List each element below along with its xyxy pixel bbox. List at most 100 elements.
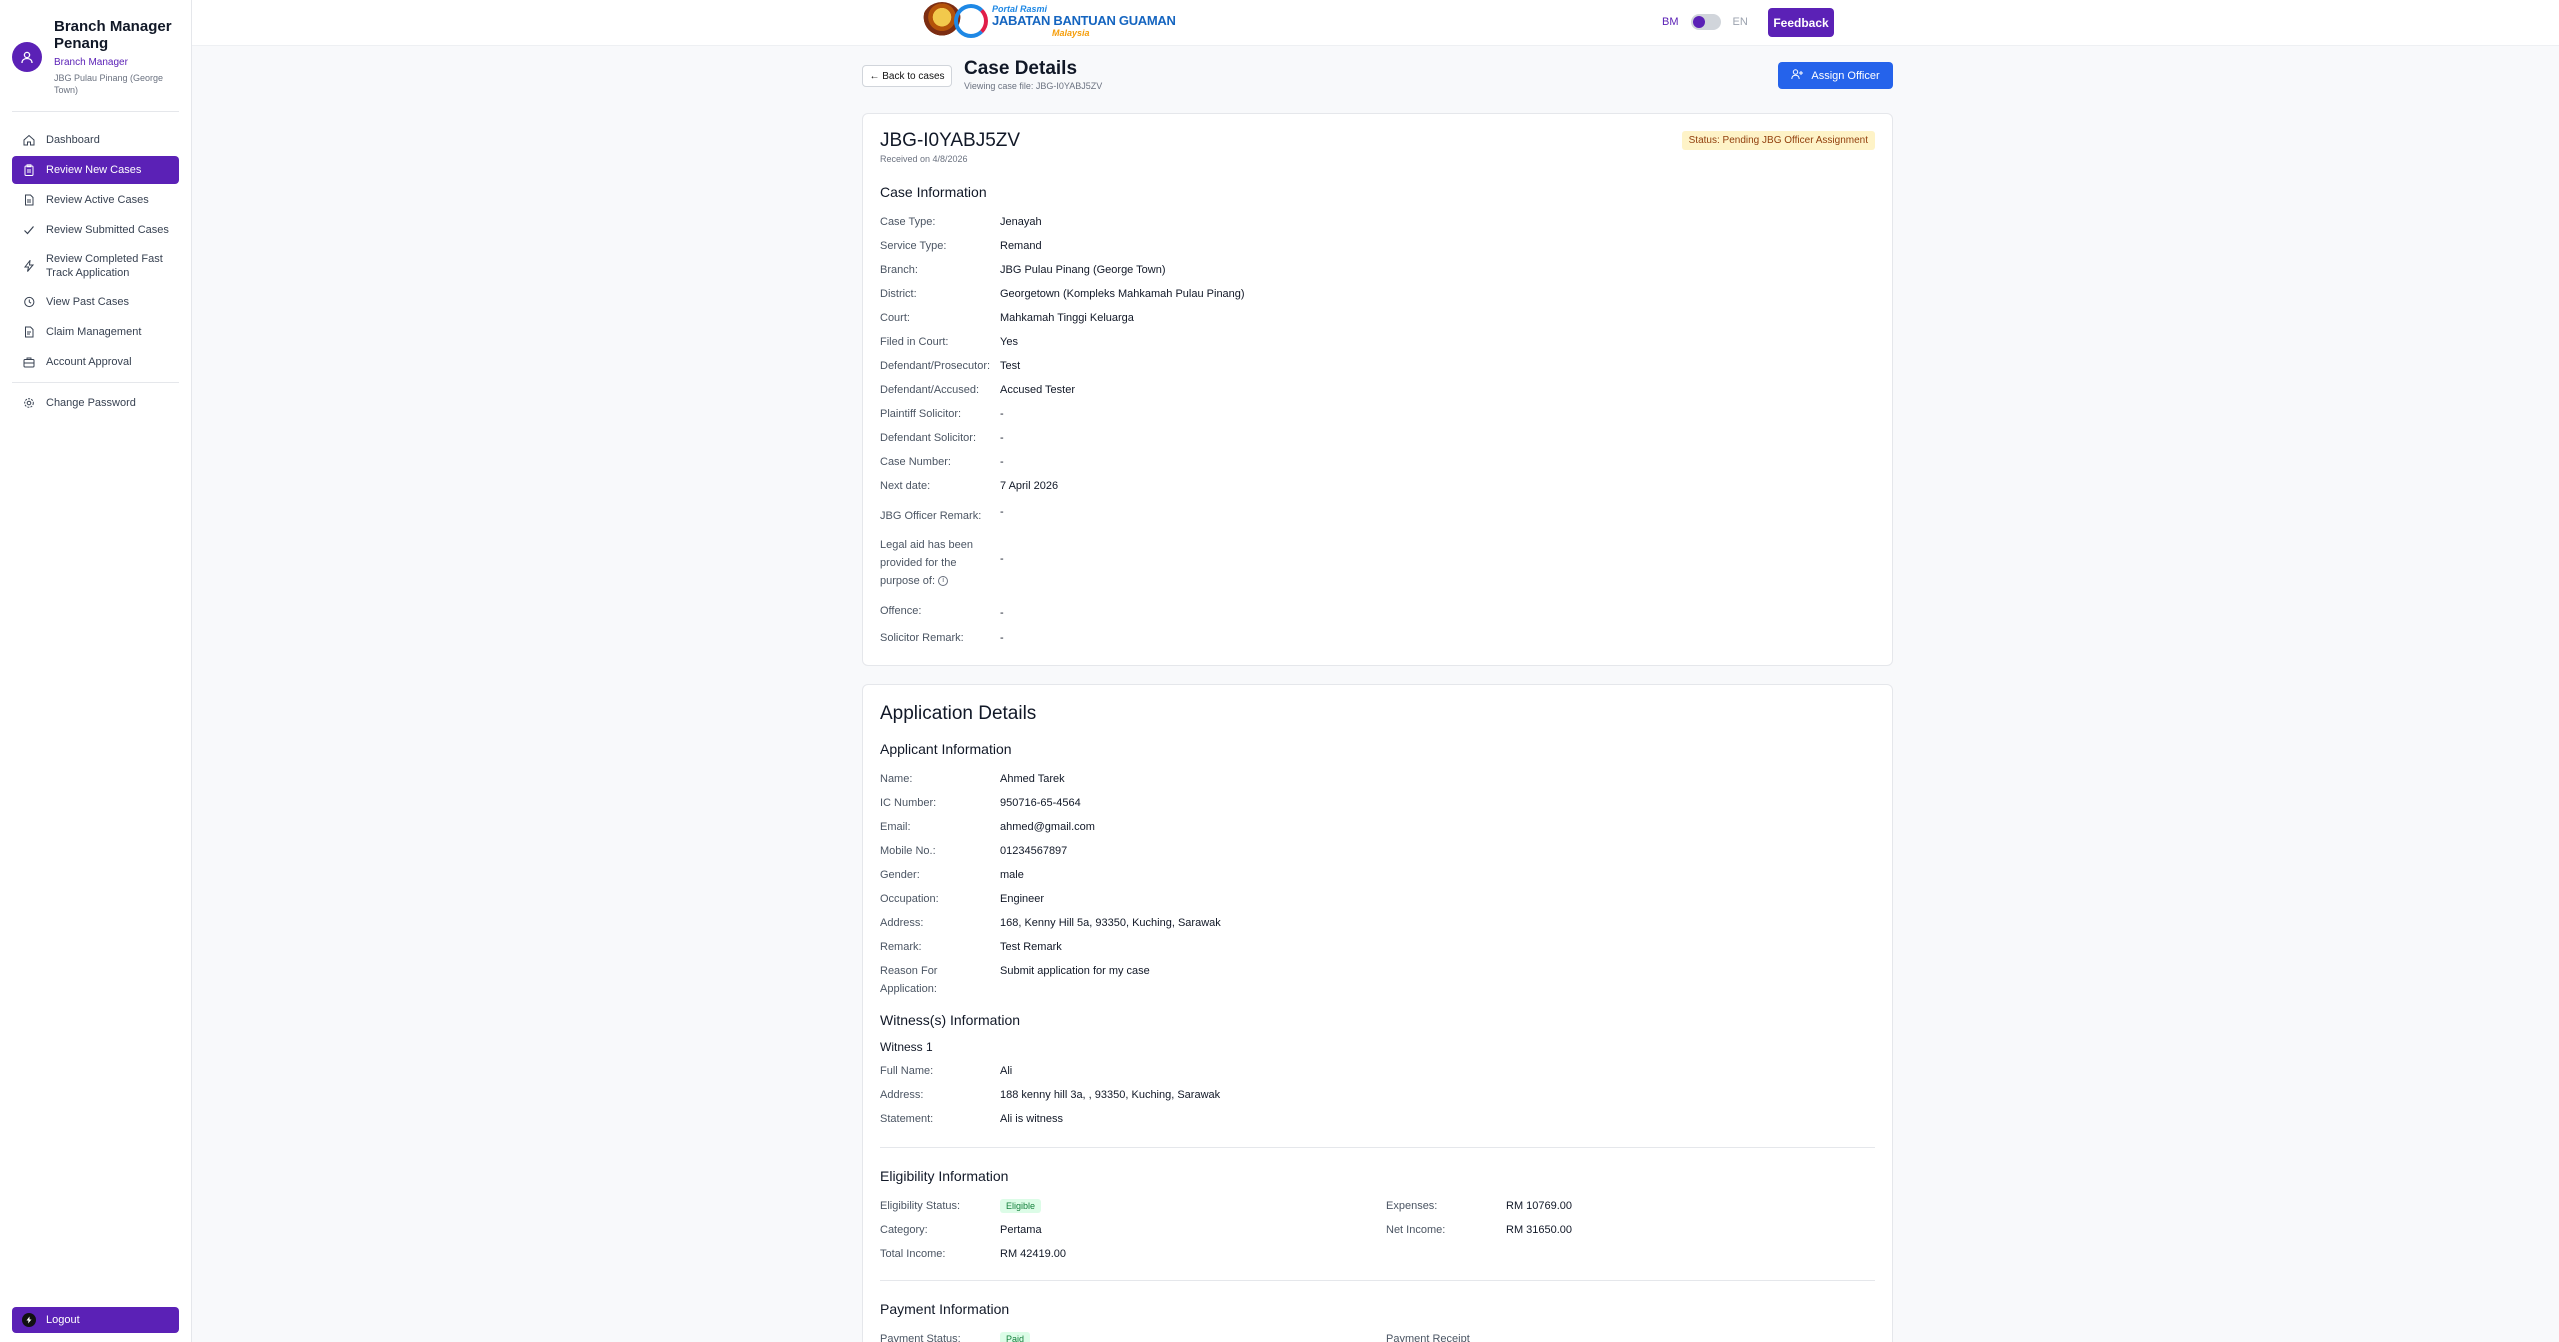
sidebar-item-change-password[interactable]: Change Password	[12, 389, 179, 417]
language-switch: BM EN	[1662, 14, 1748, 30]
field-value: Ahmed Tarek	[1000, 773, 1065, 785]
field-value: -	[1000, 632, 1004, 644]
home-icon	[22, 133, 36, 147]
gear-icon	[22, 396, 36, 410]
category-row: Category: Pertama	[880, 1221, 1042, 1239]
field-label: Court:	[880, 312, 910, 324]
field-value: 950716-65-4564	[1000, 797, 1081, 809]
logo-text-bottom: Malaysia	[1052, 28, 1090, 38]
field-value: 188 kenny hill 3a, , 93350, Kuching, Sar…	[1000, 1089, 1221, 1101]
logo-emblem-icon	[954, 4, 988, 38]
assign-officer-label: Assign Officer	[1811, 69, 1880, 82]
field-label: Net Income:	[1386, 1224, 1446, 1236]
case-field-row: Case Type: Jenayah	[880, 213, 1042, 231]
reason-row: Reason For Application: Submit applicatio…	[880, 962, 1150, 998]
field-label: Name:	[880, 773, 913, 785]
case-id: JBG-I0YABJ5ZV	[880, 130, 1021, 151]
case-field-row: Next date: 7 April 2026	[880, 477, 1058, 495]
field-label: Remark:	[880, 941, 922, 953]
field-label: Gender:	[880, 869, 920, 881]
language-toggle[interactable]	[1690, 14, 1721, 30]
case-field-row: Defendant/Prosecutor: Test	[880, 357, 1020, 375]
field-value: 7 April 2026	[1000, 480, 1059, 492]
field-value: Pertama	[1000, 1224, 1042, 1236]
eligibility-status-row: Eligibility Status: Eligible	[880, 1197, 1042, 1215]
field-label: JBG Officer Remark:	[880, 510, 982, 522]
field-label: Plaintiff Solicitor:	[880, 408, 962, 420]
clipboard-icon	[22, 163, 36, 177]
logout-button[interactable]: Logout	[12, 1307, 179, 1333]
field-label: Address:	[880, 1089, 924, 1101]
sidebar-item-account-approval[interactable]: Account Approval	[12, 348, 179, 376]
field-value: Accused Tester	[1000, 384, 1076, 396]
field-label: Filed in Court:	[880, 336, 949, 348]
sidebar-item-claim-management[interactable]: Claim Management	[12, 318, 179, 346]
case-field-row: District: Georgetown (Kompleks Mahkamah P…	[880, 285, 1245, 303]
sidebar-item-label: Account Approval	[46, 356, 132, 368]
witness-field-row: Address: 188 kenny hill 3a, , 93350, Kuch…	[880, 1086, 1220, 1104]
status-badge: Status: Pending JBG Officer Assignment	[1681, 131, 1875, 150]
field-value: Test	[1000, 360, 1021, 372]
applicant-field-row: Mobile No.: 01234567897	[880, 842, 1067, 860]
assign-officer-button[interactable]: Assign Officer	[1778, 62, 1893, 89]
sidebar-nav: Dashboard Review New Cases Review Active…	[12, 126, 179, 419]
logout-label: Logout	[46, 1314, 80, 1326]
field-label: Address:	[880, 917, 924, 929]
sidebar-item-review-new-cases[interactable]: Review New Cases	[12, 156, 179, 184]
applicant-field-row: Address: 168, Kenny Hill 5a, 93350, Kuchi…	[880, 914, 1221, 932]
field-label: Defendant Solicitor:	[880, 432, 976, 444]
history-icon	[22, 295, 36, 309]
case-field-row: Case Number: -	[880, 453, 1004, 471]
case-information-title: Case Information	[880, 184, 987, 200]
field-label: Defendant/Prosecutor:	[880, 360, 991, 372]
field-value: -	[1000, 553, 1004, 565]
officer-remark-row: JBG Officer Remark: -	[880, 506, 1004, 525]
sidebar-item-review-completed-fast-track[interactable]: Review Completed Fast Track Application	[12, 246, 179, 286]
sidebar-item-label: Review Submitted Cases	[46, 224, 169, 236]
field-value: -	[1000, 506, 1004, 518]
page-subtitle: Viewing case file: JBG-I0YABJ5ZV	[964, 81, 1103, 91]
payment-status-badge: Paid	[1000, 1332, 1031, 1342]
eligibility-information-title: Eligibility Information	[880, 1168, 1009, 1184]
application-card: Application Details Applicant Informatio…	[862, 684, 1893, 1342]
field-label: Branch:	[880, 264, 918, 276]
applicant-field-row: Gender: male	[880, 866, 1024, 884]
field-value: RM 10769.00	[1506, 1200, 1573, 1212]
solicitor-remark-row: Solicitor Remark: -	[880, 629, 1004, 647]
case-field-row: Defendant Solicitor: -	[880, 429, 1004, 447]
eligibility-status-badge: Eligible	[1000, 1199, 1042, 1213]
field-value: RM 31650.00	[1506, 1224, 1573, 1236]
case-field-row: Branch: JBG Pulau Pinang (George Town)	[880, 261, 1166, 279]
lang-en-label: EN	[1732, 16, 1748, 28]
info-icon[interactable]: i	[938, 576, 949, 587]
user-plus-icon	[1791, 68, 1804, 83]
logout-icon	[22, 1313, 36, 1327]
field-value: JBG Pulau Pinang (George Town)	[1000, 264, 1166, 276]
field-value: -	[1000, 607, 1004, 619]
sidebar-item-review-active-cases[interactable]: Review Active Cases	[12, 186, 179, 214]
field-label: Full Name:	[880, 1065, 934, 1077]
field-value: Engineer	[1000, 893, 1045, 905]
bolt-icon	[22, 259, 36, 273]
user-avatar-icon	[12, 42, 42, 72]
case-field-row: Service Type: Remand	[880, 237, 1042, 255]
sidebar-item-label: Review Active Cases	[46, 194, 149, 206]
field-value: Yes	[1000, 336, 1018, 348]
sidebar-item-review-submitted-cases[interactable]: Review Submitted Cases	[12, 216, 179, 244]
field-label: Offence:	[880, 605, 922, 617]
user-name: Branch Manager Penang	[54, 18, 172, 52]
toggle-knob	[1692, 16, 1705, 28]
applicant-field-row: IC Number: 950716-65-4564	[880, 794, 1081, 812]
expenses-row: Expenses: RM 10769.00	[1386, 1197, 1572, 1215]
field-value: -	[1000, 408, 1004, 420]
sidebar-item-view-past-cases[interactable]: View Past Cases	[12, 288, 179, 316]
feedback-button[interactable]: Feedback	[1768, 8, 1834, 37]
legal-aid-label: Legal aid has been provided for the purp…	[880, 539, 973, 587]
field-value: Ali is witness	[1000, 1113, 1063, 1125]
field-label: Total Income:	[880, 1248, 946, 1260]
back-to-cases-button[interactable]: ← Back to cases	[862, 65, 952, 87]
field-value: male	[1000, 869, 1024, 881]
field-label: Payment Receipt	[1386, 1333, 1470, 1342]
field-label: Solicitor Remark:	[880, 632, 964, 644]
sidebar-item-dashboard[interactable]: Dashboard	[12, 126, 179, 154]
